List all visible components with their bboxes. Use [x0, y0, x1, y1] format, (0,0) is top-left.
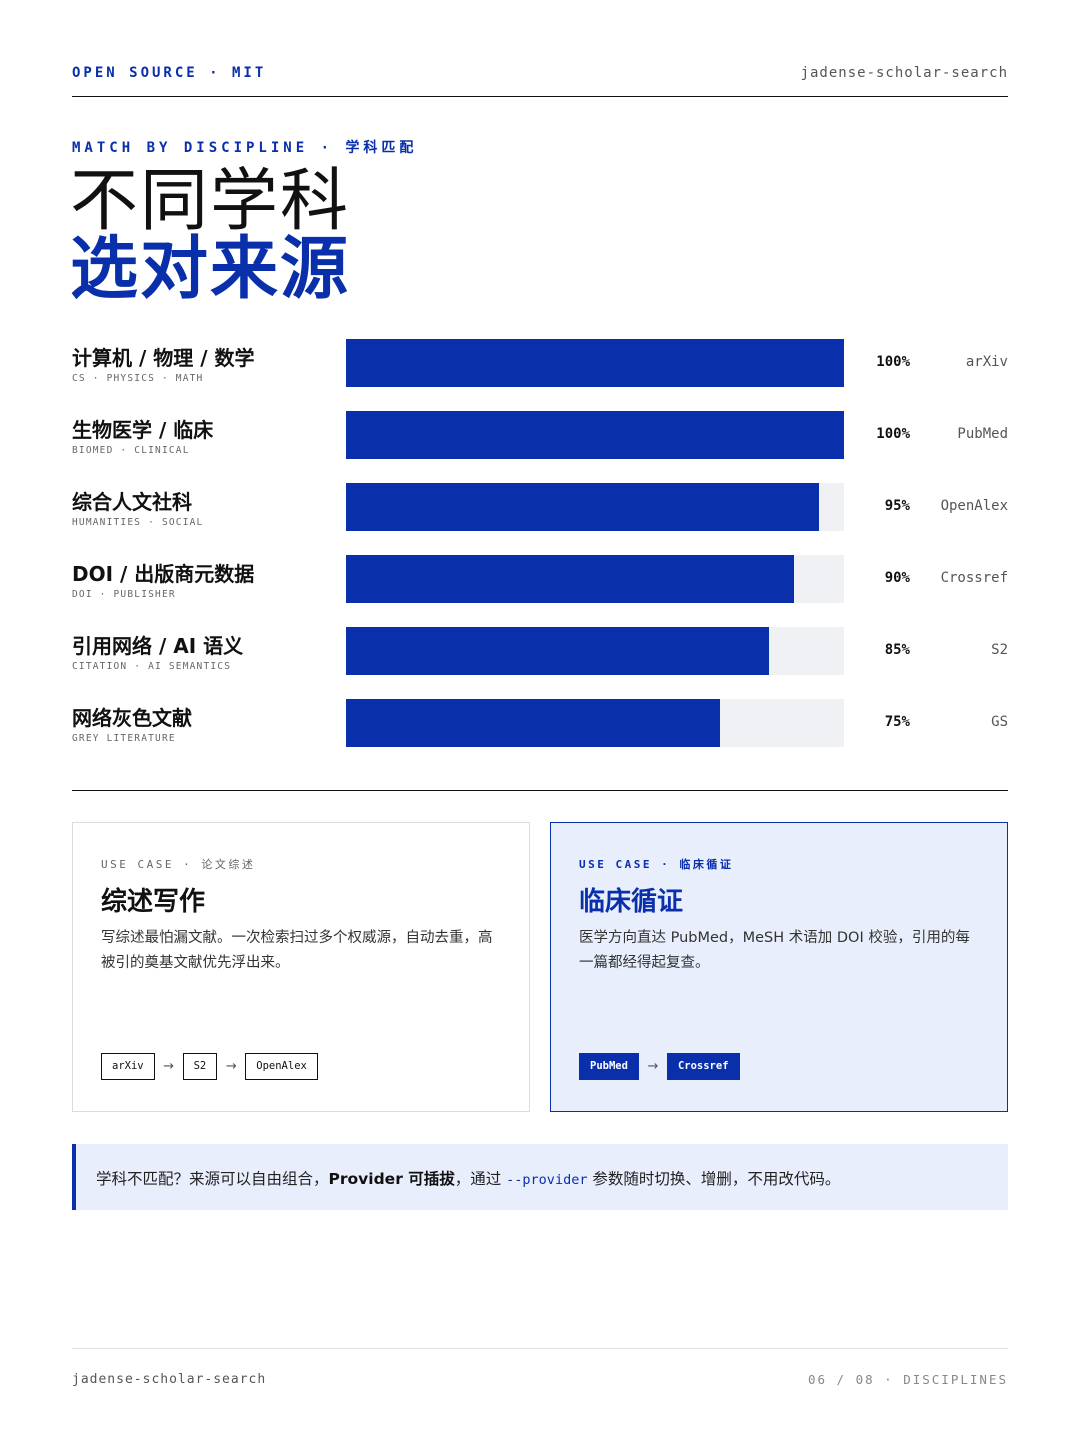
note-text: 学科不匹配？来源可以自由组合，Provider 可插拔，通过 --provide… [96, 1167, 840, 1189]
category-subtitle: BIOMED · CLINICAL [72, 445, 190, 456]
bar [346, 411, 844, 459]
note-code: --provider [506, 1172, 588, 1188]
category-label: 网络灰色文献 [72, 706, 192, 730]
category-subtitle: HUMANITIES · SOCIAL [72, 517, 204, 528]
card-title: 综述写作 [101, 887, 206, 917]
note-text-part: 参数随时切换、增删，不用改代码。 [587, 1170, 841, 1188]
value-label: 75% [884, 714, 910, 730]
value-label: 90% [884, 570, 910, 586]
bar-track [346, 483, 844, 531]
note-text-part: ，通过 [454, 1170, 507, 1188]
source-label: Crossref [940, 570, 1008, 586]
card-body: 医学方向直达 PubMed，MeSH 术语加 DOI 校验，引用的每一篇都经得起… [579, 930, 970, 971]
card-eyebrow: USE CASE · 临床循证 [579, 858, 734, 871]
category-subtitle: DOI · PUBLISHER [72, 589, 176, 600]
card-body: 写综述最怕漏文献。一次检索扫过多个权威源，自动去重，高被引的奠基文献优先浮出来。 [101, 930, 493, 971]
value-label: 100% [876, 354, 910, 370]
value-label: 85% [884, 642, 910, 658]
chart-row: 引用网络 / AI 语义 CITATION · AI SEMANTICS 85% S2 [72, 627, 1008, 675]
source-chip: OpenAlex [245, 1053, 318, 1080]
category-label: 综合人文社科 [72, 490, 192, 514]
use-case-card-review: USE CASE · 论文综述 综述写作 写综述最怕漏文献。一次检索扫过多个权威… [72, 822, 530, 1112]
provider-note: 学科不匹配？来源可以自由组合，Provider 可插拔，通过 --provide… [72, 1144, 1008, 1210]
value-label: 95% [884, 498, 910, 514]
source-label: OpenAlex [940, 498, 1008, 514]
chart-row: 网络灰色文献 GREY LITERATURE 75% GS [72, 699, 1008, 747]
category-label: DOI / 出版商元数据 [72, 562, 255, 586]
source-label: GS [991, 714, 1008, 730]
card-title: 临床循证 [579, 887, 684, 917]
footer-divider [72, 1348, 1008, 1349]
card-eyebrow: USE CASE · 论文综述 [101, 858, 256, 871]
discipline-bar-chart: 计算机 / 物理 / 数学 CS · PHYSICS · MATH 100% arXi… [72, 339, 1008, 749]
category-label: 计算机 / 物理 / 数学 [72, 346, 255, 370]
footer-project: jadense-scholar-search [72, 1372, 267, 1387]
section-eyebrow: MATCH BY DISCIPLINE · 学科匹配 [72, 140, 418, 156]
source-chip: S2 [182, 1053, 218, 1080]
bar [346, 699, 720, 747]
chart-row: DOI / 出版商元数据 DOI · PUBLISHER 90% Crossref [72, 555, 1008, 603]
category-subtitle: CS · PHYSICS · MATH [72, 373, 204, 384]
bar-track [346, 699, 844, 747]
page-indicator: 06 / 08 · DISCIPLINES [807, 1372, 1008, 1387]
chart-row: 综合人文社科 HUMANITIES · SOCIAL 95% OpenAlex [72, 483, 1008, 531]
source-chip: Crossref [666, 1053, 740, 1080]
bar-track [346, 411, 844, 459]
section-divider [72, 790, 1008, 791]
bar-track [346, 339, 844, 387]
page-title-line1: 不同学科 [70, 162, 351, 241]
source-label: arXiv [965, 354, 1008, 370]
page-title-line2: 选对来源 [70, 230, 351, 309]
arrow-icon: → [225, 1059, 237, 1074]
license-label: OPEN SOURCE · MIT [72, 65, 267, 81]
source-chip: arXiv [101, 1053, 155, 1080]
bar-track [346, 555, 844, 603]
category-subtitle: GREY LITERATURE [72, 733, 176, 744]
note-highlight: Provider 可插拔 [328, 1170, 455, 1188]
bar [346, 627, 770, 675]
arrow-icon: → [163, 1059, 175, 1074]
bar [346, 339, 844, 387]
source-chain: PubMed → Crossref [579, 1053, 740, 1080]
bar [346, 555, 795, 603]
bar [346, 483, 820, 531]
source-chip: PubMed [579, 1053, 639, 1080]
top-bar: OPEN SOURCE · MIT jadense-scholar-search [72, 60, 1008, 97]
category-label: 生物医学 / 临床 [72, 418, 214, 442]
value-label: 100% [876, 426, 910, 442]
note-text-part: 学科不匹配？来源可以自由组合， [96, 1170, 329, 1188]
bar-track [346, 627, 844, 675]
project-name: jadense-scholar-search [800, 65, 1008, 81]
use-case-card-clinical: USE CASE · 临床循证 临床循证 医学方向直达 PubMed，MeSH … [550, 822, 1008, 1112]
source-label: PubMed [957, 426, 1008, 442]
category-subtitle: CITATION · AI SEMANTICS [72, 661, 232, 672]
arrow-icon: → [647, 1059, 659, 1074]
chart-row: 生物医学 / 临床 BIOMED · CLINICAL 100% PubMed [72, 411, 1008, 459]
chart-row: 计算机 / 物理 / 数学 CS · PHYSICS · MATH 100% arXi… [72, 339, 1008, 387]
source-chain: arXiv → S2 → OpenAlex [101, 1053, 318, 1080]
category-label: 引用网络 / AI 语义 [72, 634, 244, 658]
source-label: S2 [991, 642, 1008, 658]
